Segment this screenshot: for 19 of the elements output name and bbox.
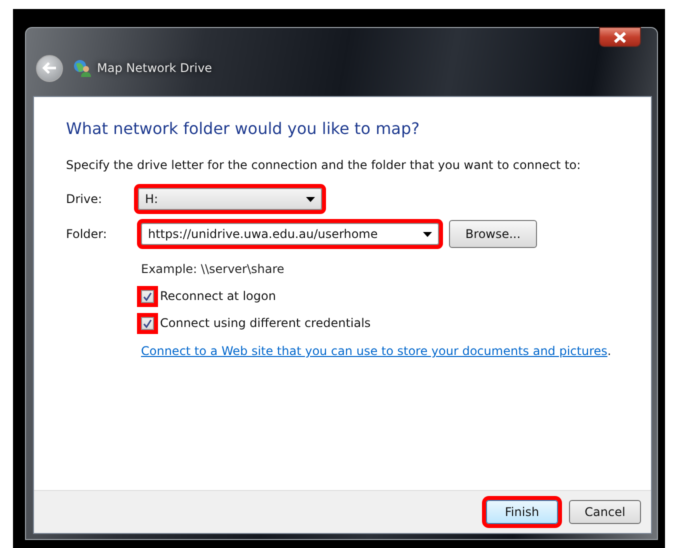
close-button[interactable] <box>599 27 641 47</box>
dropdown-arrow-icon <box>306 196 315 202</box>
folder-label: Folder: <box>66 227 108 241</box>
close-icon <box>613 32 627 42</box>
network-drive-icon <box>73 59 91 77</box>
instruction-text: Specify the drive letter for the connection and the folder that you want to connect to: <box>66 158 582 172</box>
window-title: Map Network Drive <box>97 61 212 75</box>
example-text: Example: \\server\share <box>141 262 286 276</box>
link-sentence: Connect to a Web site that you can use to store your documents and pictures. <box>141 344 612 358</box>
checkbox-label: Connect using different credentials <box>160 316 371 330</box>
drive-label: Drive: <box>66 192 104 206</box>
browse-button[interactable]: Browse... <box>449 220 537 248</box>
dialog-button[interactable]: Cancel <box>569 500 641 524</box>
checkbox-label: Reconnect at logon <box>160 289 276 303</box>
web-site-link[interactable]: Connect to a Web site that you can use to store your documents and pictures <box>141 344 608 358</box>
back-arrow-icon <box>42 62 57 74</box>
dropdown-arrow-icon <box>423 232 432 236</box>
back-button[interactable] <box>36 54 63 82</box>
page-heading: What network folder would you like to map? <box>66 119 421 138</box>
